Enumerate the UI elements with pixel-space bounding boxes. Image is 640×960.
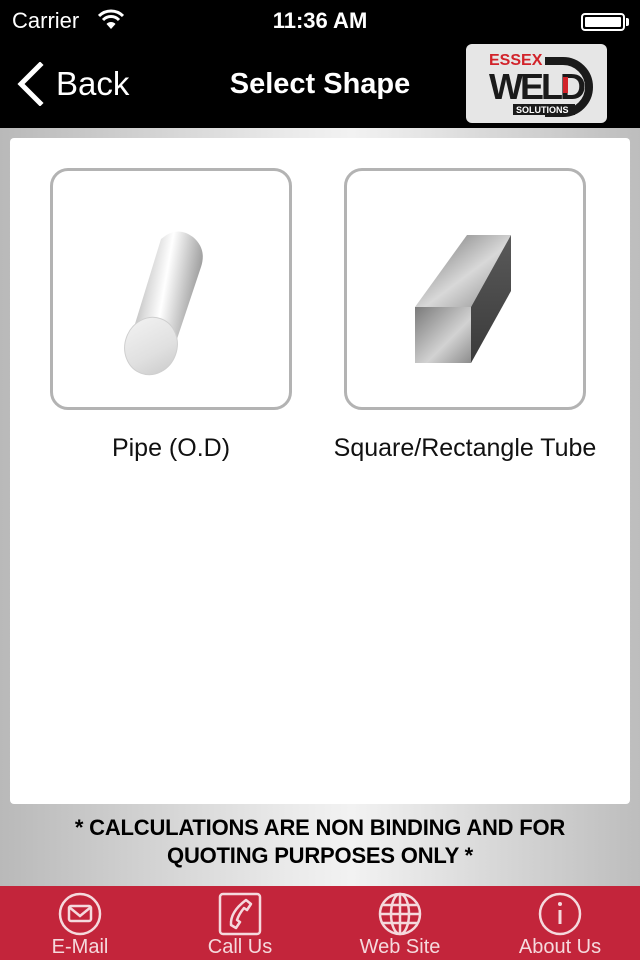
cylinder-icon bbox=[124, 231, 203, 376]
tab-call-us-label: Call Us bbox=[207, 936, 273, 958]
phone-icon bbox=[218, 892, 262, 936]
tab-about-us-label: About Us bbox=[518, 936, 602, 958]
tab-web-site[interactable]: Web Site bbox=[320, 886, 480, 960]
bottom-tab-bar: E-Mail Call Us Web Site About Us bbox=[0, 886, 640, 960]
battery-tip bbox=[626, 18, 629, 26]
status-bar: Carrier 11:36 AM bbox=[0, 0, 640, 40]
logo-weld-text: WELD bbox=[489, 66, 585, 107]
clock: 11:36 AM bbox=[272, 8, 368, 33]
globe-icon bbox=[378, 892, 422, 936]
tab-about-us[interactable]: About Us bbox=[480, 886, 640, 960]
disclaimer-line-1: * CALCULATIONS ARE NON BINDING AND FOR bbox=[74, 815, 566, 840]
square-bar-icon bbox=[415, 235, 511, 363]
disclaimer-line-2: QUOTING PURPOSES ONLY * bbox=[167, 843, 473, 868]
info-icon bbox=[538, 892, 582, 936]
logo-graphic: ESSEX WELD SOLUTIONS bbox=[489, 52, 593, 117]
battery-icon bbox=[581, 13, 625, 31]
tab-call-us[interactable]: Call Us bbox=[160, 886, 320, 960]
tab-email-label: E-Mail bbox=[51, 936, 109, 958]
disclaimer: * CALCULATIONS ARE NON BINDING AND FOR Q… bbox=[0, 814, 640, 870]
chevron-left-icon bbox=[17, 62, 44, 106]
logo-solutions-text: SOLUTIONS bbox=[516, 105, 569, 115]
tab-web-site-label: Web Site bbox=[359, 936, 441, 958]
pipe-shape-label[interactable]: Pipe (O.D) bbox=[50, 434, 292, 463]
tab-email[interactable]: E-Mail bbox=[0, 886, 160, 960]
back-button[interactable]: Back bbox=[16, 62, 129, 106]
square-tube-shape-button[interactable] bbox=[344, 168, 586, 410]
envelope-icon bbox=[58, 892, 102, 936]
square-tube-shape-label[interactable]: Square/Rectangle Tube bbox=[310, 434, 620, 463]
back-label: Back bbox=[56, 65, 130, 102]
navigation-bar: Back Select Shape ESSEX WELD SOLUTIONS bbox=[0, 40, 640, 128]
shape-selection-card: Pipe (O.D) Square/Rectangle Tube bbox=[10, 138, 630, 804]
essex-weld-logo: ESSEX WELD SOLUTIONS bbox=[466, 44, 607, 123]
pipe-shape-button[interactable] bbox=[50, 168, 292, 410]
